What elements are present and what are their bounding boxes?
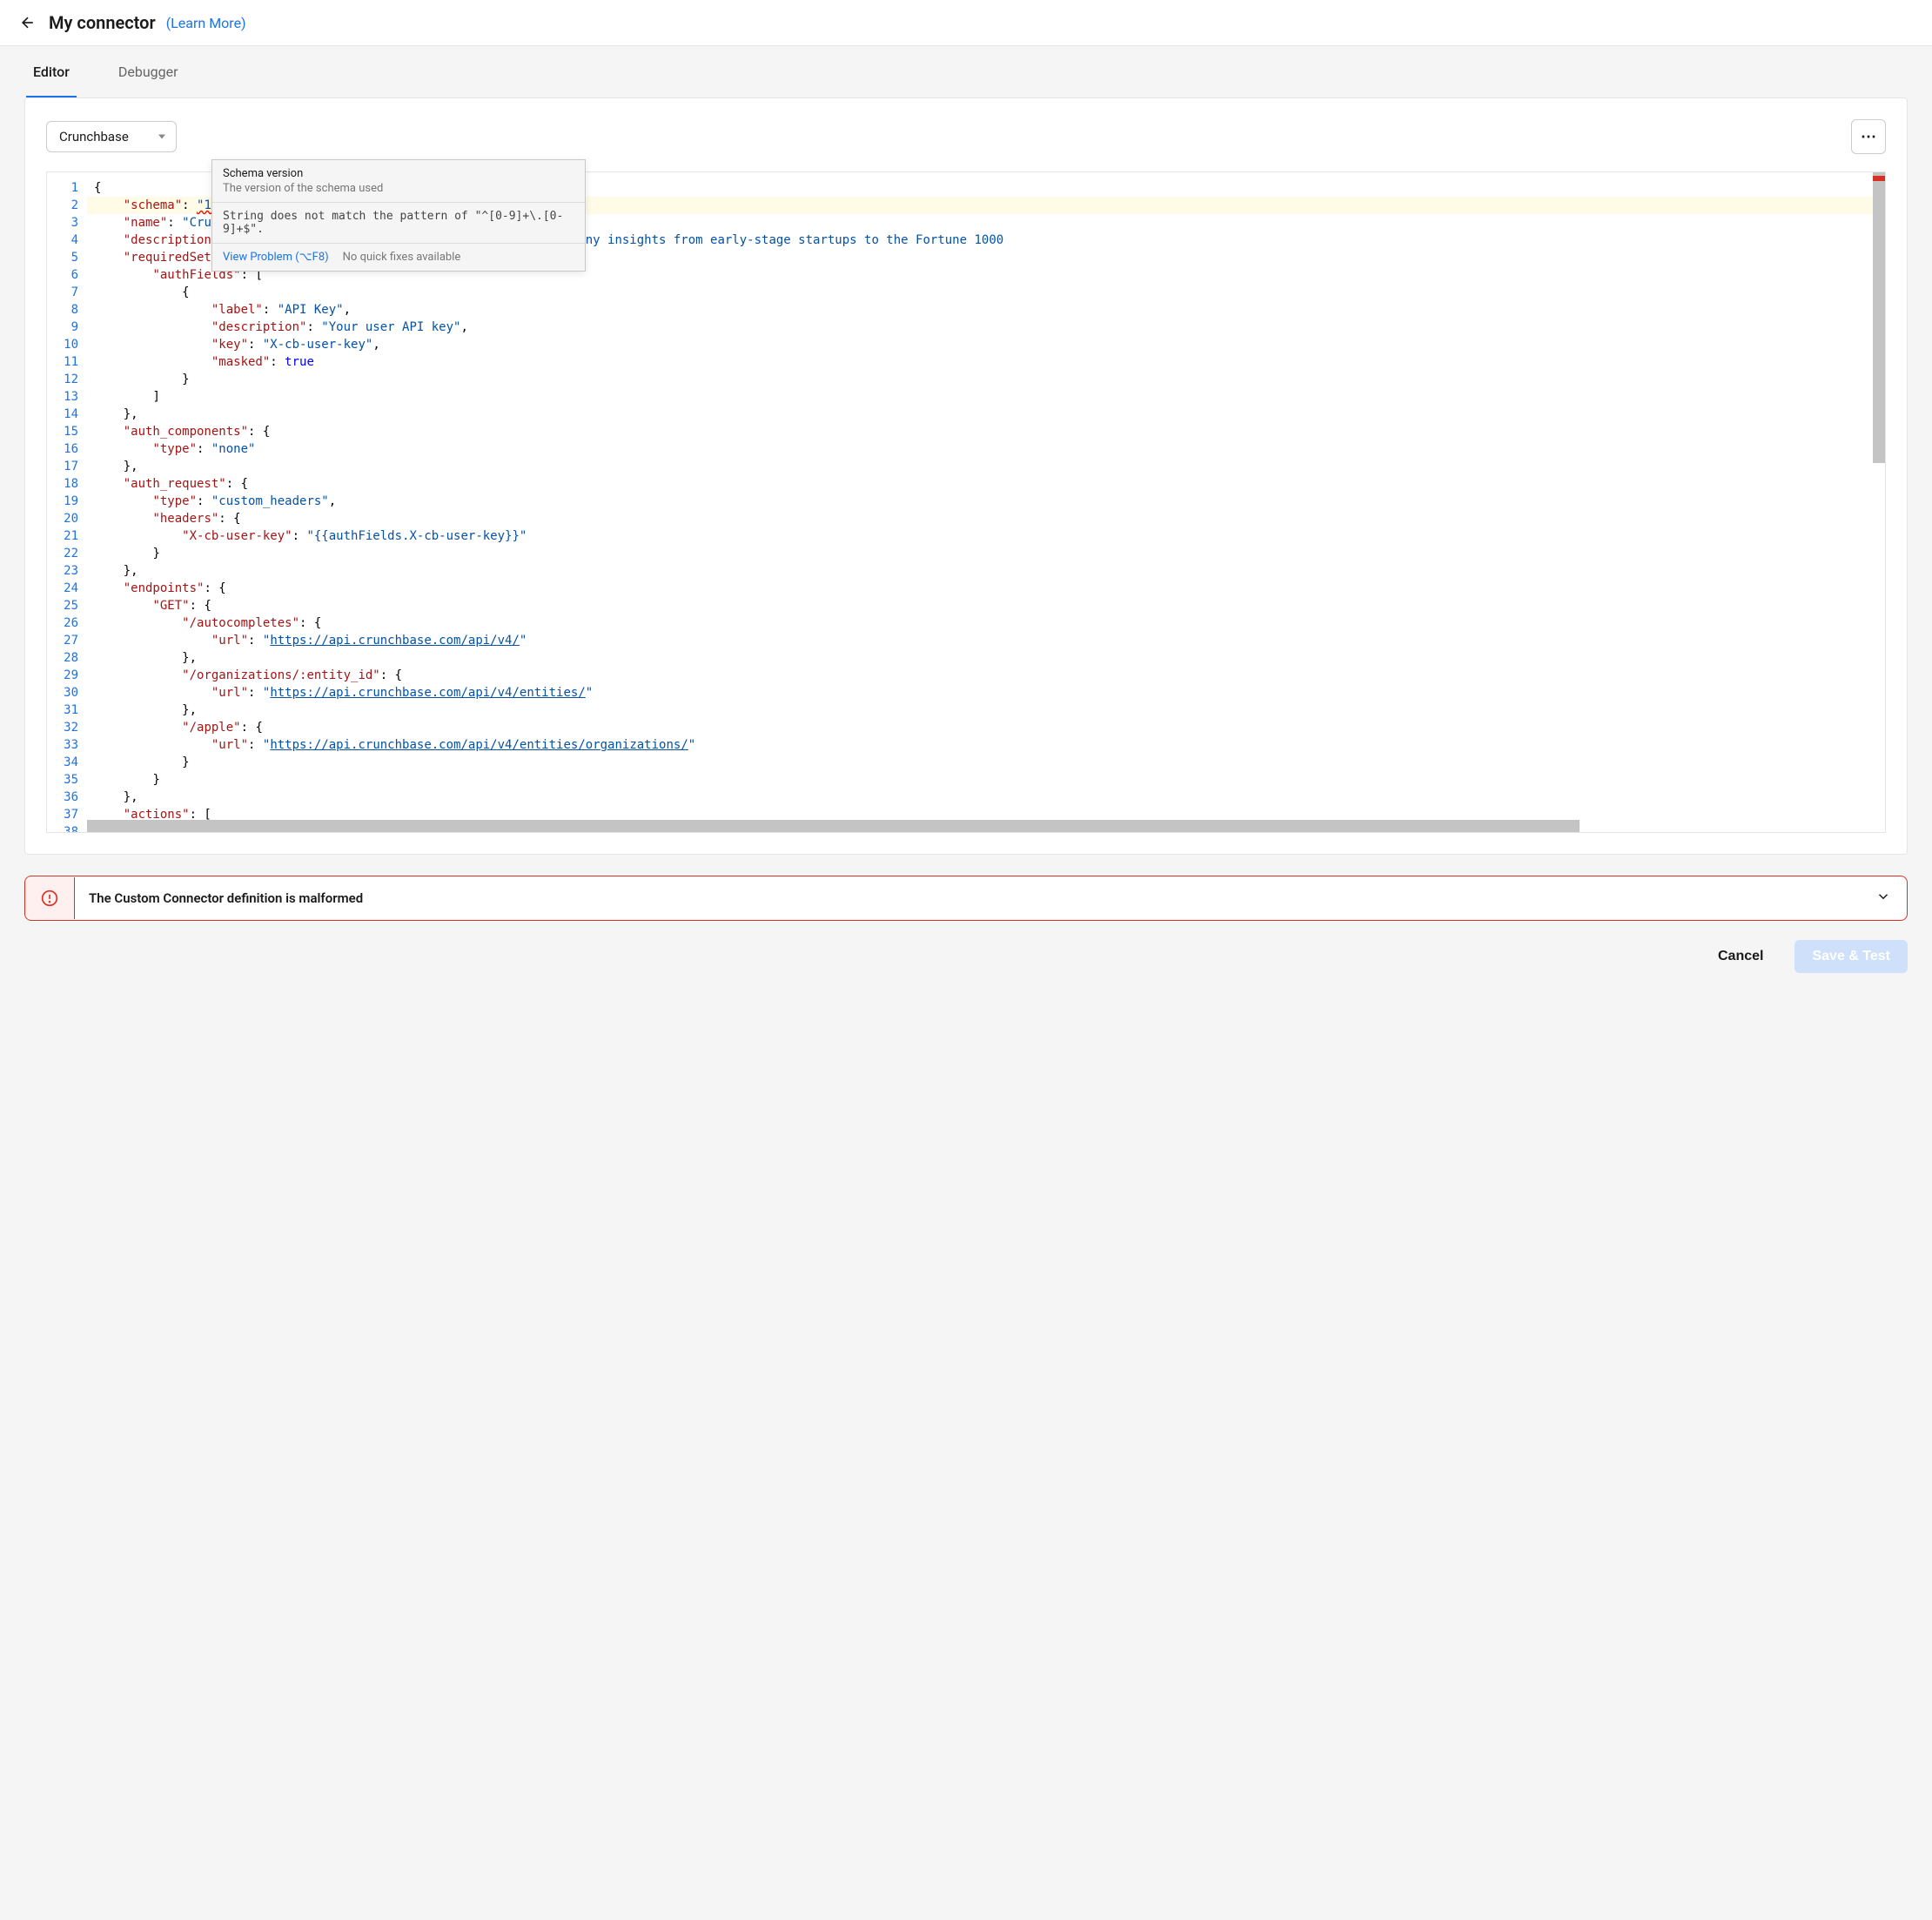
tab-editor[interactable]: Editor	[26, 46, 77, 97]
panel-toolbar: Crunchbase ⋯	[46, 119, 1886, 154]
vertical-scrollbar[interactable]	[1873, 172, 1885, 463]
error-message: The Custom Connector definition is malfo…	[75, 878, 1860, 918]
connector-dropdown[interactable]: Crunchbase	[46, 121, 177, 152]
learn-more-link[interactable]: (Learn More)	[166, 15, 246, 31]
no-quick-fixes-label: No quick fixes available	[343, 251, 461, 264]
editor-panel: Crunchbase ⋯ Schema version The version …	[24, 97, 1908, 855]
hover-title: Schema version	[223, 167, 574, 180]
save-test-button[interactable]: Save & Test	[1794, 940, 1908, 973]
view-problem-link[interactable]: View Problem (⌥F8)	[223, 251, 329, 264]
cancel-button[interactable]: Cancel	[1701, 940, 1781, 973]
validation-hover-popup: Schema version The version of the schema…	[211, 159, 586, 272]
tab-debugger[interactable]: Debugger	[111, 46, 185, 97]
hover-description: The version of the schema used	[223, 182, 574, 195]
back-arrow-icon[interactable]	[17, 12, 38, 33]
horizontal-scrollbar[interactable]	[87, 820, 1580, 832]
hover-error-message: String does not match the pattern of "^[…	[212, 203, 585, 244]
more-menu-button[interactable]: ⋯	[1851, 119, 1886, 154]
error-minimap-marker[interactable]	[1873, 176, 1885, 181]
line-gutter: 1234567891011121314151617181920212223242…	[47, 172, 87, 832]
page-title: My connector	[49, 12, 156, 33]
tabs-bar: Editor Debugger	[0, 46, 1932, 97]
error-icon	[25, 877, 75, 919]
error-banner: The Custom Connector definition is malfo…	[24, 876, 1908, 921]
error-expand-toggle[interactable]	[1860, 876, 1907, 920]
footer-actions: Cancel Save & Test	[0, 921, 1932, 992]
page-header: My connector (Learn More)	[0, 0, 1932, 46]
